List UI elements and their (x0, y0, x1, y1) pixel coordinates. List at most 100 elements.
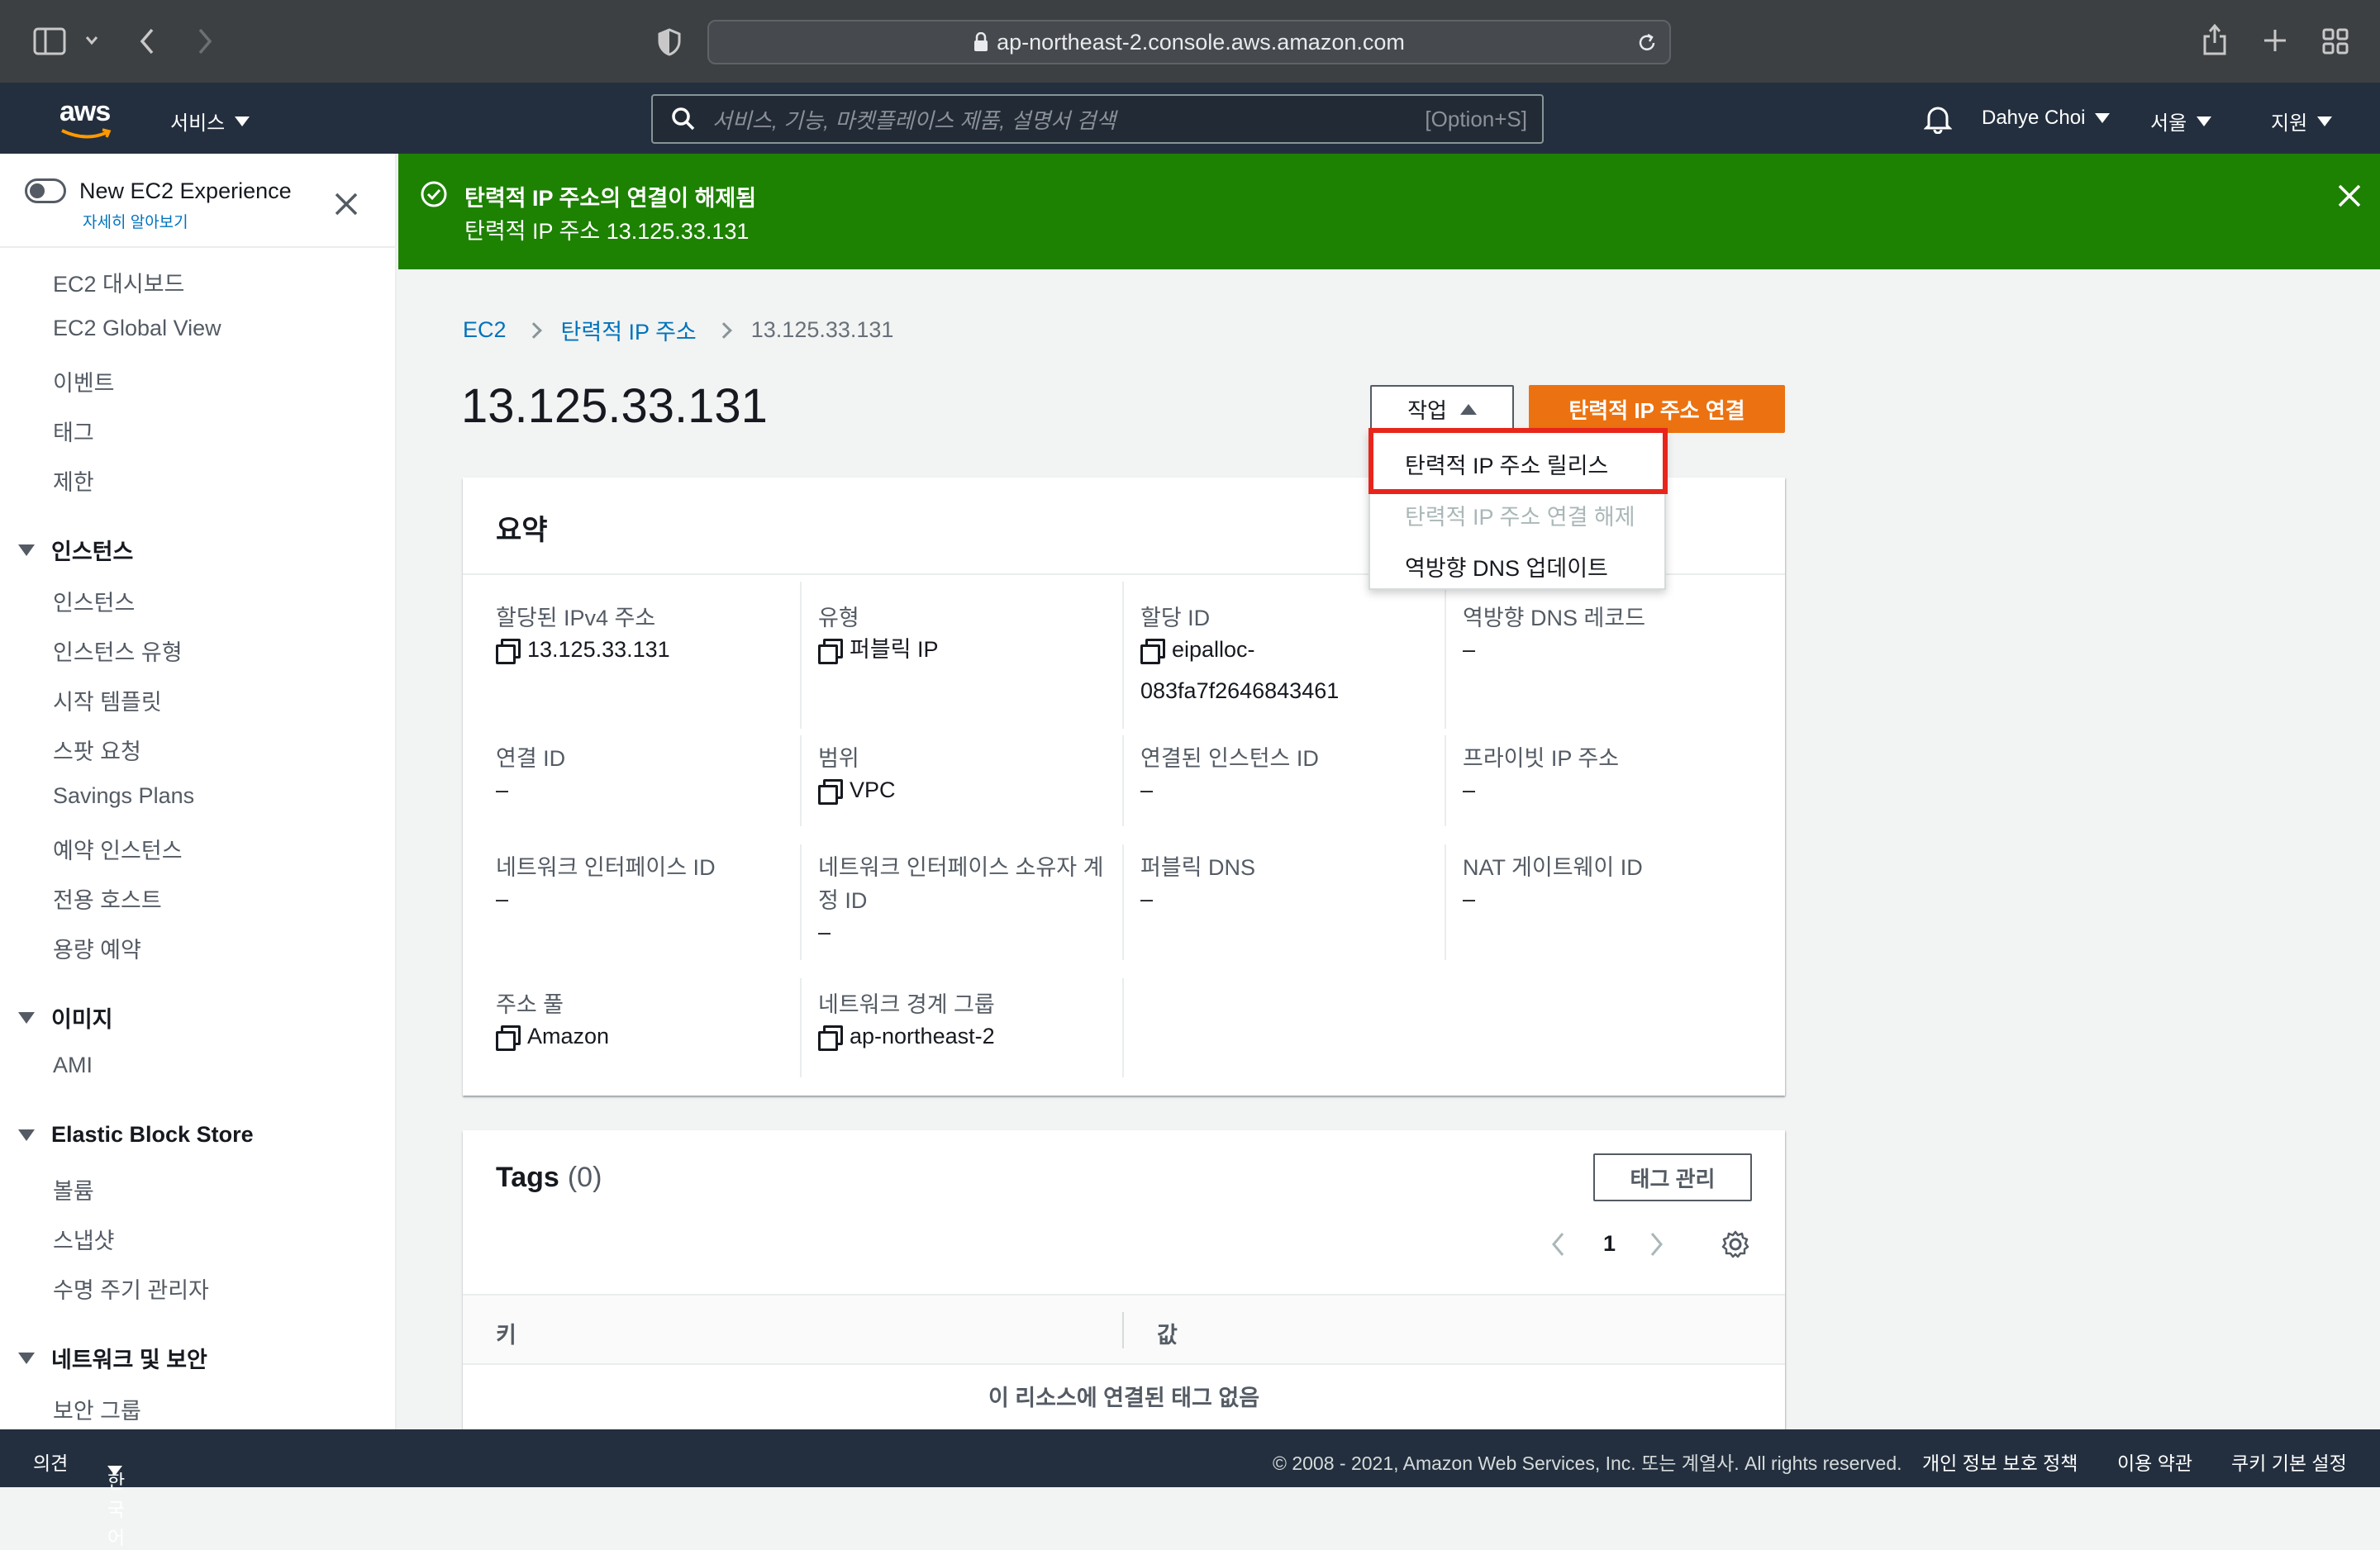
sidebar-item-ami[interactable]: AMI (53, 1053, 93, 1078)
previous-page-icon[interactable] (1550, 1231, 1567, 1258)
settings-gear-icon[interactable] (1721, 1229, 1750, 1259)
field-value-allocation-id: eipalloc- (1140, 633, 1255, 666)
new-tab-icon[interactable] (2263, 28, 2287, 53)
sidebar-item-launch-templates[interactable]: 시작 템플릿 (53, 684, 162, 716)
sidebar-item-events[interactable]: 이벤트 (53, 365, 115, 397)
breadcrumb-elastic-ips[interactable]: 탄력적 IP 주소 (561, 314, 697, 346)
privacy-shield-icon[interactable] (658, 28, 681, 56)
reload-icon[interactable] (1636, 32, 1658, 54)
column-divider (1122, 1312, 1124, 1348)
tags-title-text: Tags (496, 1162, 559, 1193)
breadcrumb: EC2 탄력적 IP 주소 13.125.33.131 (463, 314, 893, 346)
sidebar-item-lifecycle-manager[interactable]: 수명 주기 관리자 (53, 1272, 209, 1305)
caret-down-icon (2197, 116, 2212, 126)
breadcrumb-current: 13.125.33.131 (750, 317, 894, 342)
notifications-bell-icon[interactable] (1924, 104, 1952, 134)
value-text: ap-northeast-2 (850, 1024, 995, 1048)
sidebar-item-dedicated-hosts[interactable]: 전용 호스트 (53, 882, 162, 915)
field-label-nat-gateway: NAT 게이트웨이 ID (1463, 855, 1643, 880)
sidebar-item-capacity-reservations[interactable]: 용량 예약 (53, 932, 141, 964)
sidebar-toggle-icon[interactable] (33, 27, 66, 55)
associate-eip-button[interactable]: 탄력적 IP 주소 연결 (1529, 385, 1785, 433)
sidebar-item-instances[interactable]: 인스턴스 (53, 585, 135, 617)
section-title: Elastic Block Store (51, 1122, 254, 1147)
chevron-down-icon[interactable] (84, 35, 99, 46)
sidebar-section-images[interactable]: 이미지 (18, 1001, 113, 1034)
sidebar-item-instance-types[interactable]: 인스턴스 유형 (53, 635, 183, 667)
manage-tags-button[interactable]: 태그 관리 (1593, 1153, 1752, 1201)
back-icon[interactable] (137, 26, 157, 56)
terms-link[interactable]: 이용 약관 (2117, 1448, 2192, 1476)
flash-title: 탄력적 IP 주소의 연결이 해제됨 (464, 186, 757, 211)
sidebar-item-snapshots[interactable]: 스냅샷 (53, 1223, 115, 1255)
field-value-address-pool: Amazon (496, 1020, 609, 1053)
forward-icon[interactable] (195, 26, 215, 56)
sidebar-item-savings-plans[interactable]: Savings Plans (53, 783, 194, 809)
aws-top-navigation: aws 서비스 서비스, 기능, 마켓플레이스 제품, 설명서 검색 [Opti… (0, 83, 2380, 154)
menu-item-update-reverse-dns[interactable]: 역방향 DNS 업데이트 (1405, 550, 1608, 582)
caret-down-icon (18, 544, 35, 556)
copy-icon[interactable] (818, 779, 843, 805)
copy-icon[interactable] (496, 639, 521, 664)
sidebar-item-limits[interactable]: 제한 (53, 464, 94, 497)
support-menu[interactable]: 지원 (2271, 107, 2333, 136)
services-menu[interactable]: 서비스 (170, 107, 250, 136)
copyright-text: © 2008 - 2021, Amazon Web Services, Inc.… (1273, 1453, 1902, 1474)
field-value-network-interface-id: – (496, 887, 509, 911)
account-menu[interactable]: Dahye Choi (1982, 107, 2111, 130)
feedback-link[interactable]: 의견 (33, 1448, 68, 1476)
address-bar[interactable]: ap-northeast-2.console.aws.amazon.com (707, 20, 1671, 64)
sidebar-section-network-security[interactable]: 네트워크 및 보안 (18, 1342, 207, 1374)
column-divider (1122, 582, 1124, 729)
sidebar-item-reserved-instances[interactable]: 예약 인스턴스 (53, 833, 183, 865)
privacy-link[interactable]: 개인 정보 보호 정책 (1922, 1448, 2078, 1476)
value-text: 퍼블릭 IP (850, 637, 939, 662)
new-experience-toggle[interactable] (25, 178, 66, 203)
sidebar-item-volumes[interactable]: 볼륨 (53, 1173, 94, 1205)
cookie-preferences-link[interactable]: 쿠키 기본 설정 (2231, 1448, 2347, 1476)
chevron-right-icon (715, 321, 732, 339)
sidebar-section-instances[interactable]: 인스턴스 (18, 534, 133, 566)
dismiss-flash-icon[interactable] (2337, 183, 2362, 208)
actions-button[interactable]: 작업 (1370, 385, 1514, 433)
field-label-network-interface-id: 네트워크 인터페이스 ID (496, 855, 716, 880)
column-header-value[interactable]: 값 (1157, 1317, 1178, 1349)
copy-icon[interactable] (818, 1025, 843, 1051)
copy-icon[interactable] (1140, 639, 1165, 664)
column-header-key[interactable]: 키 (496, 1317, 516, 1349)
breadcrumb-ec2[interactable]: EC2 (463, 317, 507, 343)
field-label-address-pool: 주소 풀 (496, 992, 564, 1017)
sidebar-item-tags[interactable]: 태그 (53, 415, 94, 447)
field-value-interface-owner: – (818, 920, 831, 944)
page-number[interactable]: 1 (1603, 1231, 1616, 1257)
field-value-associated-instance: – (1140, 777, 1154, 802)
learn-more-link[interactable]: 자세히 알아보기 (83, 210, 188, 232)
field-label-network-border-group: 네트워크 경계 그룹 (818, 992, 995, 1017)
column-divider (1122, 978, 1124, 1077)
share-icon[interactable] (2202, 23, 2228, 56)
close-sidebar-icon[interactable] (334, 192, 359, 216)
field-label-reverse-dns: 역방향 DNS 레코드 (1463, 606, 1646, 630)
sidebar-item-security-groups[interactable]: 보안 그룹 (53, 1393, 141, 1425)
sidebar-section-ebs[interactable]: Elastic Block Store (18, 1122, 254, 1148)
sidebar-item-ec2-dashboard[interactable]: EC2 대시보드 (53, 266, 184, 298)
tags-count: (0) (567, 1162, 602, 1193)
caret-down-icon (18, 1011, 35, 1024)
aws-logo[interactable]: aws (60, 97, 119, 139)
search-shortcut: [Option+S] (1425, 106, 1527, 131)
sidebar-item-global-view[interactable]: EC2 Global View (53, 316, 221, 341)
search-icon (671, 107, 696, 131)
column-divider (800, 844, 802, 960)
copy-icon[interactable] (818, 639, 843, 664)
flash-message: 탄력적 IP 주소 13.125.33.131 (464, 219, 750, 244)
field-label-interface-owner: 네트워크 인터페이스 소유자 계 (818, 855, 1104, 880)
next-page-icon[interactable] (1648, 1231, 1664, 1258)
sidebar-item-spot-requests[interactable]: 스팟 요청 (53, 734, 141, 766)
field-value-public-dns: – (1140, 887, 1154, 911)
tab-overview-icon[interactable] (2322, 28, 2349, 55)
copy-icon[interactable] (496, 1025, 521, 1051)
region-menu[interactable]: 서울 (2150, 107, 2212, 136)
value-text: 13.125.33.131 (527, 637, 670, 662)
search-placeholder: 서비스, 기능, 마켓플레이스 제품, 설명서 검색 (712, 107, 1116, 133)
search-input[interactable]: 서비스, 기능, 마켓플레이스 제품, 설명서 검색 [Option+S] (651, 94, 1544, 144)
